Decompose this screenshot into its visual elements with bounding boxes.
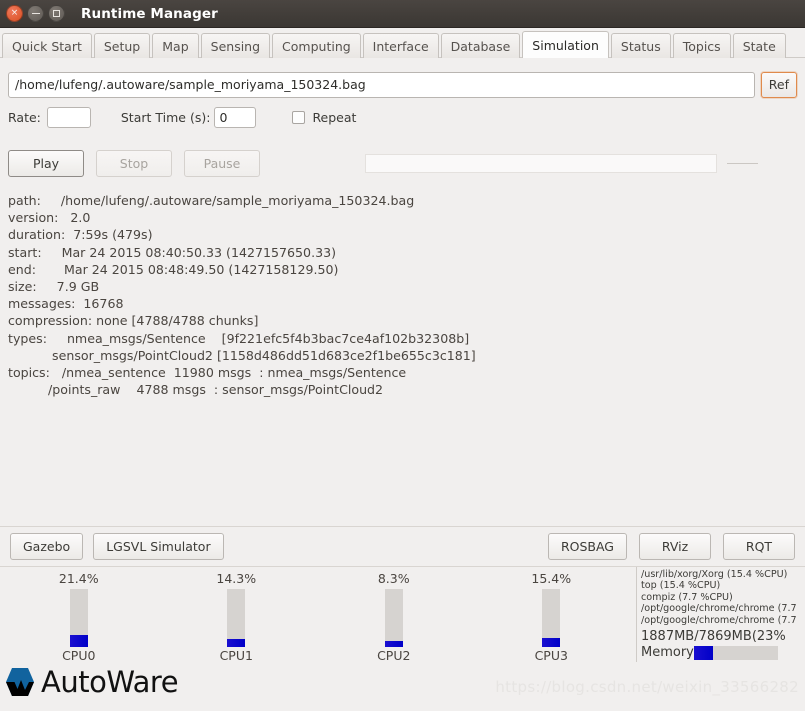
- cpu-name-label: CPU3: [534, 648, 568, 663]
- minimize-icon: [31, 13, 40, 14]
- autoware-logo-icon: [6, 667, 34, 696]
- lgsvl-simulator-button[interactable]: LGSVL Simulator: [93, 533, 224, 560]
- tab-map[interactable]: Map: [152, 33, 199, 58]
- process-list-item: /opt/google/chrome/chrome (7.7: [641, 614, 797, 626]
- cpu-gauge: 8.3% CPU2: [315, 567, 473, 663]
- process-list-item: compiz (7.7 %CPU): [641, 591, 733, 603]
- window-close-button[interactable]: ×: [6, 5, 23, 22]
- cpu-bar: [542, 589, 561, 647]
- watermark-url: https://blog.csdn.net/weixin_33566282: [495, 678, 799, 696]
- cpu-bar-fill: [384, 641, 403, 647]
- cpu-percent-label: 8.3%: [377, 571, 410, 586]
- bag-path-row: /home/lufeng/.autoware/sample_moriyama_1…: [8, 58, 797, 98]
- cpu-gauges: 21.4% CPU0 14.3% CPU1 8.3% CPU2 15.4% CPU3: [0, 567, 630, 663]
- cpu-bar: [227, 589, 246, 647]
- rviz-button[interactable]: RViz: [639, 533, 711, 560]
- rate-label: Rate:: [8, 110, 41, 125]
- tab-database[interactable]: Database: [440, 33, 521, 58]
- ref-button[interactable]: Ref: [760, 72, 797, 98]
- playback-progress-wrap: [365, 154, 758, 173]
- process-list-item: top (15.4 %CPU): [641, 580, 721, 592]
- bottom-button-row: Gazebo LGSVL Simulator ROSBAG RViz RQT: [0, 526, 805, 566]
- autoware-logo-text: AutoWare: [41, 664, 179, 699]
- stop-button[interactable]: Stop: [96, 150, 172, 177]
- cpu-percent-label: 14.3%: [216, 571, 257, 586]
- playback-progress-bar[interactable]: [365, 154, 717, 173]
- system-monitor: 21.4% CPU0 14.3% CPU1 8.3% CPU2 15.4% CPU3 /usr…: [0, 566, 805, 663]
- simulation-panel: /home/lufeng/.autoware/sample_moriyama_1…: [0, 58, 805, 566]
- window-minimize-button[interactable]: [27, 5, 44, 22]
- cpu-bar-fill: [227, 639, 246, 647]
- repeat-label: Repeat: [312, 110, 357, 125]
- rate-input[interactable]: [46, 107, 91, 128]
- tab-state[interactable]: State: [732, 33, 786, 58]
- close-icon: ×: [10, 8, 19, 18]
- cpu-bar: [384, 589, 403, 647]
- gazebo-button[interactable]: Gazebo: [10, 533, 84, 560]
- cpu-percent-label: 21.4%: [58, 571, 99, 586]
- cpu-name-label: CPU2: [377, 648, 411, 663]
- transport-controls-row: Play Stop Pause: [8, 150, 797, 177]
- tab-topics[interactable]: Topics: [672, 33, 731, 58]
- process-list-item: /opt/google/chrome/chrome (7.7: [641, 603, 797, 615]
- tab-quick-start[interactable]: Quick Start: [2, 33, 92, 58]
- play-button[interactable]: Play: [8, 150, 84, 177]
- cpu-gauge: 21.4% CPU0: [0, 567, 158, 663]
- memory-bar: [693, 645, 778, 660]
- cpu-gauge: 15.4% CPU3: [473, 567, 631, 663]
- cpu-gauge: 14.3% CPU1: [158, 567, 316, 663]
- cpu-name-label: CPU1: [219, 648, 253, 663]
- tab-interface[interactable]: Interface: [362, 33, 439, 58]
- tab-setup[interactable]: Setup: [93, 33, 151, 58]
- window-titlebar: × Runtime Manager: [0, 0, 805, 28]
- process-list-panel: /usr/lib/xorg/Xorg (15.4 %CPU) top (15.4 …: [636, 567, 805, 663]
- cpu-percent-label: 15.4%: [531, 571, 572, 586]
- bag-info-text: path: /home/lufeng/.autoware/sample_mori…: [8, 193, 476, 398]
- cpu-bar: [69, 589, 88, 647]
- maximize-icon: [53, 10, 60, 17]
- start-time-input[interactable]: 0: [214, 107, 257, 128]
- rosbag-button[interactable]: ROSBAG: [547, 533, 627, 560]
- tab-computing[interactable]: Computing: [272, 33, 361, 58]
- rqt-button[interactable]: RQT: [723, 533, 795, 560]
- tab-status[interactable]: Status: [610, 33, 671, 58]
- window-title: Runtime Manager: [81, 5, 218, 22]
- tab-simulation[interactable]: Simulation: [522, 31, 609, 58]
- cpu-name-label: CPU0: [62, 648, 96, 663]
- cpu-bar-fill: [542, 638, 561, 647]
- progress-divider: [727, 163, 758, 164]
- tab-sensing[interactable]: Sensing: [200, 33, 271, 58]
- repeat-checkbox-wrap[interactable]: Repeat: [292, 110, 356, 125]
- pause-button[interactable]: Pause: [184, 150, 260, 177]
- footer: AutoWare https://blog.csdn.net/weixin_33…: [0, 662, 805, 701]
- memory-label: Memory: [641, 645, 694, 661]
- cpu-bar-fill: [69, 635, 88, 647]
- bag-path-input[interactable]: /home/lufeng/.autoware/sample_moriyama_1…: [8, 72, 755, 98]
- repeat-checkbox[interactable]: [292, 111, 306, 124]
- playback-options-row: Rate: Start Time (s): 0 Repeat: [8, 107, 797, 128]
- memory-usage-text: 1887MB/7869MB(23%: [641, 629, 786, 645]
- memory-row: Memory: [641, 645, 805, 660]
- process-list-item: /usr/lib/xorg/Xorg (15.4 %CPU): [641, 569, 788, 580]
- main-tabbar: Quick Start Setup Map Sensing Computing Inter…: [0, 28, 805, 58]
- window-maximize-button[interactable]: [48, 5, 65, 22]
- memory-bar-fill: [693, 645, 714, 660]
- start-time-label: Start Time (s):: [120, 110, 211, 125]
